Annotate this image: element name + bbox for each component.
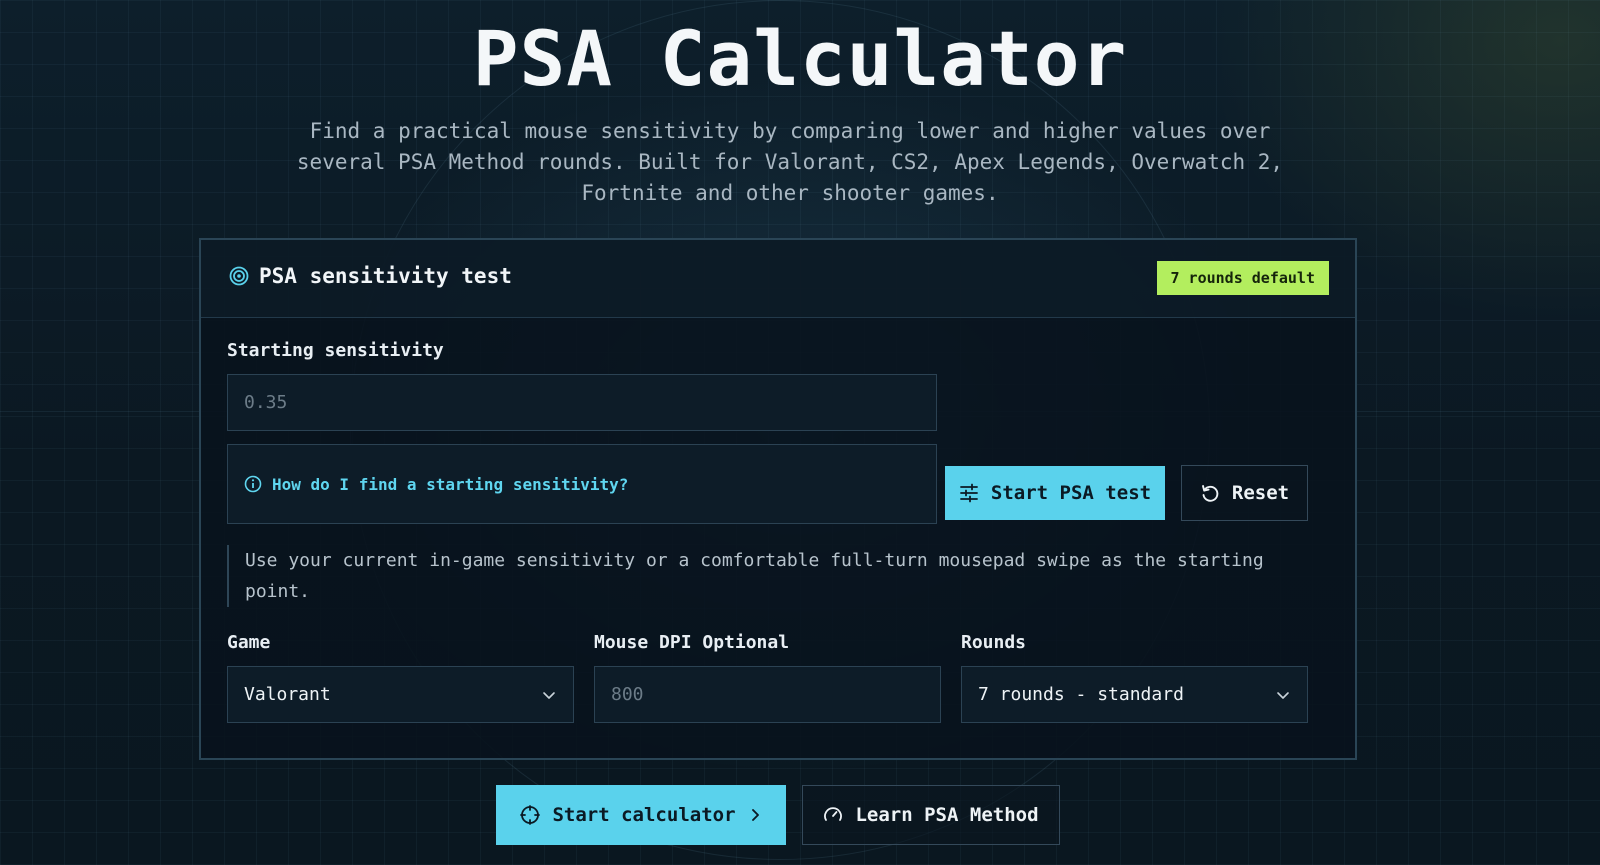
game-select[interactable]: Valorant <box>227 666 574 723</box>
sliders-icon <box>960 483 978 503</box>
start-psa-test-label: Start PSA test <box>990 482 1152 504</box>
game-selected-value: Valorant <box>244 684 331 705</box>
chevron-down-icon <box>543 691 555 699</box>
page: PSA Calculator Find a practical mouse se… <box>0 0 1600 865</box>
game-label: Game <box>227 632 271 653</box>
chevron-right-icon <box>751 809 759 821</box>
rounds-select[interactable]: 7 rounds - standard <box>961 666 1308 723</box>
start-psa-test-button[interactable]: Start PSA test <box>945 466 1165 520</box>
psa-test-card: PSA sensitivity test 7 rounds default St… <box>199 238 1357 760</box>
starting-sensitivity-label: Starting sensitivity <box>227 340 444 361</box>
crosshair-icon <box>520 805 541 825</box>
rounds-selected-value: 7 rounds - standard <box>978 684 1184 705</box>
gauge-icon <box>824 807 843 821</box>
page-title: PSA Calculator <box>472 14 1128 103</box>
learn-psa-method-label: Learn PSA Method <box>855 804 1039 826</box>
dpi-field[interactable] <box>594 666 941 723</box>
reset-icon <box>1201 485 1219 502</box>
start-calculator-button[interactable]: Start calculator <box>496 785 786 845</box>
starting-sensitivity-note: Use your current in-game sensitivity or … <box>227 545 1287 607</box>
reset-button[interactable]: Reset <box>1181 465 1308 521</box>
starting-sensitivity-help[interactable]: How do I find a starting sensitivity? <box>227 444 937 524</box>
card-title: PSA sensitivity test <box>229 264 512 288</box>
info-icon <box>244 475 262 493</box>
starting-sensitivity-field[interactable] <box>227 374 937 431</box>
starting-sensitivity-input[interactable] <box>244 392 920 413</box>
reset-label: Reset <box>1231 482 1290 504</box>
learn-psa-method-button[interactable]: Learn PSA Method <box>802 785 1060 845</box>
rounds-badge: 7 rounds default <box>1156 261 1329 295</box>
help-link-text[interactable]: How do I find a starting sensitivity? <box>272 475 628 494</box>
start-calculator-label: Start calculator <box>552 804 736 826</box>
page-subtitle: Find a practical mouse sensitivity by co… <box>296 119 1284 205</box>
chevron-down-icon <box>1277 691 1289 699</box>
rounds-label: Rounds <box>961 632 1027 653</box>
dpi-input[interactable] <box>611 684 924 705</box>
card-title-text: PSA sensitivity test <box>259 264 512 288</box>
target-icon <box>229 266 249 286</box>
card-header: PSA sensitivity test 7 rounds default <box>201 240 1355 318</box>
dpi-label: Mouse DPI Optional <box>594 632 790 653</box>
